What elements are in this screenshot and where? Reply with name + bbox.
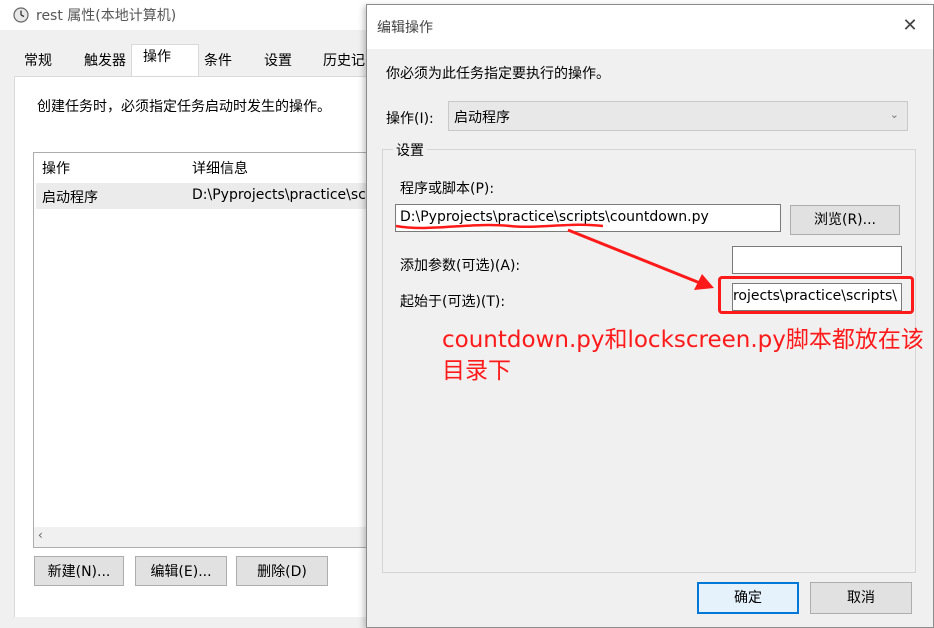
annotation-highlight-box xyxy=(718,276,914,314)
annotation-text: countdown.py和lockscreen.py脚本都放在该目录下 xyxy=(442,327,924,384)
annotation-arrow-shaft xyxy=(567,228,701,285)
annotation-overlay xyxy=(395,223,714,290)
annotation-underline xyxy=(395,223,604,230)
